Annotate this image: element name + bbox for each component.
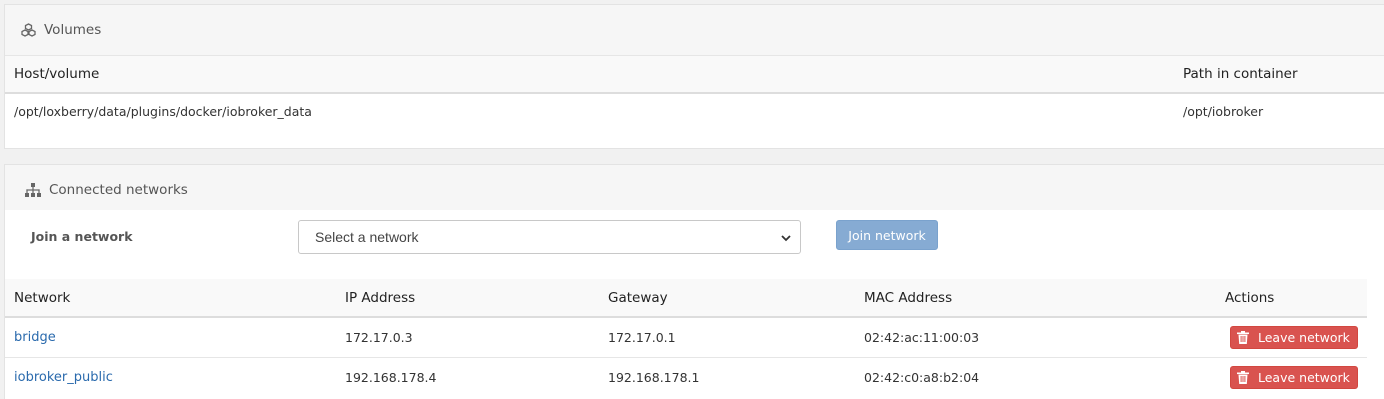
column-header-path: Path in container bbox=[1183, 66, 1298, 82]
network-mac: 02:42:c0:a8:b2:04 bbox=[864, 369, 980, 385]
column-header-ip: IP Address bbox=[345, 289, 416, 306]
volumes-table: Host/volume Path in container /opt/loxbe… bbox=[5, 56, 1384, 128]
column-header-host: Host/volume bbox=[14, 66, 100, 82]
cubes-icon bbox=[20, 22, 36, 38]
trash-icon bbox=[1237, 370, 1249, 384]
table-row: /opt/loxberry/data/plugins/docker/iobrok… bbox=[5, 93, 1384, 128]
networks-panel: Connected networks Join a network Select… bbox=[4, 164, 1384, 399]
networks-header: Connected networks bbox=[5, 165, 1384, 216]
leave-network-label: Leave network bbox=[1258, 329, 1350, 345]
chevron-down-icon bbox=[780, 231, 792, 243]
volumes-title: Volumes bbox=[44, 22, 102, 38]
leave-network-button[interactable]: Leave network bbox=[1230, 325, 1358, 349]
volumes-panel: Volumes Host/volume Path in container /o… bbox=[4, 4, 1384, 149]
table-row: bridge 172.17.0.3 172.17.0.1 02:42:ac:11… bbox=[5, 317, 1367, 357]
network-gateway: 172.17.0.1 bbox=[608, 329, 676, 345]
column-header-network: Network bbox=[14, 289, 71, 306]
network-gateway: 192.168.178.1 bbox=[608, 369, 700, 385]
leave-network-label: Leave network bbox=[1258, 369, 1350, 385]
table-header-row: Host/volume Path in container bbox=[5, 56, 1384, 93]
join-network-form: Join a network Select a network Join net… bbox=[5, 210, 1384, 279]
network-select-value: Select a network bbox=[315, 229, 419, 245]
network-select[interactable]: Select a network bbox=[298, 220, 801, 254]
volume-host: /opt/loxberry/data/plugins/docker/iobrok… bbox=[14, 103, 312, 119]
network-ip: 172.17.0.3 bbox=[345, 329, 413, 345]
column-header-actions: Actions bbox=[1225, 289, 1275, 306]
sitemap-icon bbox=[25, 182, 41, 198]
network-mac: 02:42:ac:11:00:03 bbox=[864, 329, 980, 345]
network-ip: 192.168.178.4 bbox=[345, 369, 437, 385]
table-header-row: Network IP Address Gateway MAC Address A… bbox=[5, 279, 1367, 317]
leave-network-button[interactable]: Leave network bbox=[1230, 365, 1358, 389]
volume-path: /opt/iobroker bbox=[1183, 103, 1264, 119]
network-link-iobroker-public[interactable]: iobroker_public bbox=[14, 370, 113, 385]
volumes-header: Volumes bbox=[5, 5, 1384, 56]
join-network-label: Join a network bbox=[31, 229, 133, 244]
join-network-button[interactable]: Join network bbox=[836, 220, 938, 250]
networks-table: Network IP Address Gateway MAC Address A… bbox=[5, 279, 1367, 397]
trash-icon bbox=[1237, 330, 1249, 344]
table-row: iobroker_public 192.168.178.4 192.168.17… bbox=[5, 357, 1367, 397]
column-header-gateway: Gateway bbox=[608, 289, 668, 306]
network-link-bridge[interactable]: bridge bbox=[14, 330, 56, 345]
column-header-mac: MAC Address bbox=[864, 289, 953, 306]
networks-title: Connected networks bbox=[49, 182, 188, 198]
